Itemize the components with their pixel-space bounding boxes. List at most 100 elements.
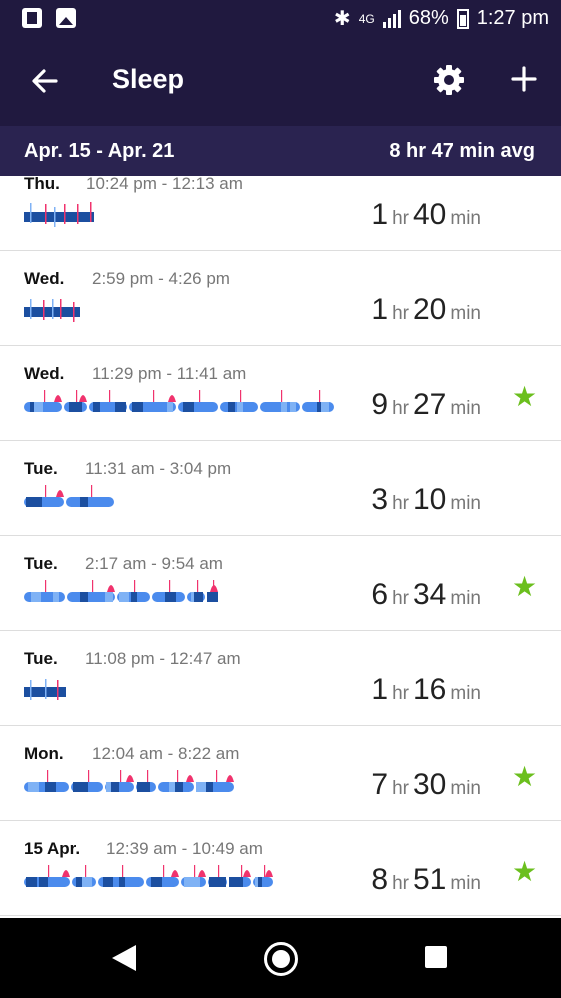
minutes-unit: min [450,778,481,799]
minutes-unit: min [450,493,481,514]
entry-duration: 8 hr 51 min [371,863,485,897]
goal-met-star-icon: ★ [512,761,538,792]
minutes-unit: min [450,588,481,609]
sleep-log-list: Thu. 10:24 pm - 12:13 am 1 hr 40 min Wed. 2:59 … [0,176,561,918]
image-notification-icon [56,8,76,28]
minutes-unit: min [450,683,481,704]
duration-hours: 1 [371,673,389,706]
android-nav-bar [0,918,561,998]
hours-unit: hr [392,303,409,324]
duration-hours: 3 [371,483,389,516]
entry-time-range: 10:24 pm - 12:13 am [86,176,243,193]
sleep-entry-row[interactable]: Wed. 11:29 pm - 11:41 am 9 hr 27 min ★ [0,346,561,441]
entry-day: Thu. [24,176,60,193]
hours-unit: hr [392,208,409,229]
entry-duration: 7 hr 30 min [371,768,485,802]
duration-minutes: 30 [413,768,447,801]
entry-time-range: 11:31 am - 3:04 pm [85,459,232,478]
date-range-bar: Apr. 15 - Apr. 21 8 hr 47 min avg [0,126,561,176]
back-arrow-icon[interactable] [30,66,60,96]
entry-day: Wed. [24,364,65,383]
entry-duration: 9 hr 27 min [371,388,485,422]
entry-time-range: 12:04 am - 8:22 am [92,744,240,763]
hours-unit: hr [392,778,409,799]
hours-unit: hr [392,588,409,609]
duration-minutes: 16 [413,673,447,706]
goal-met-star-icon: ★ [512,381,538,412]
average-duration: 8 hr 47 min avg [389,140,535,162]
minutes-unit: min [450,873,481,894]
entry-duration: 3 hr 10 min [371,483,485,517]
goal-met-star-icon: ★ [512,856,538,887]
entry-day: 15 Apr. [24,839,81,858]
duration-hours: 1 [371,198,389,231]
entry-time-range: 11:29 pm - 11:41 am [92,364,247,383]
duration-minutes: 20 [413,293,447,326]
duration-hours: 9 [371,388,389,421]
duration-hours: 8 [371,863,389,896]
status-bar: ✱ 4G 68% 1:27 pm [0,0,561,38]
minutes-unit: min [450,303,481,324]
notification-icons [22,8,76,28]
hours-unit: hr [392,493,409,514]
entry-day: Mon. [24,744,64,763]
sleep-entry-row[interactable]: Mon. 12:04 am - 8:22 am 7 hr 30 min ★ [0,726,561,821]
duration-minutes: 40 [413,198,447,231]
duration-hours: 6 [371,578,389,611]
bluetooth-icon: ✱ [333,8,351,30]
status-indicators: ✱ 4G 68% 1:27 pm [334,6,549,31]
page-title: Sleep [112,64,185,94]
entry-time-range: 2:59 pm - 4:26 pm [92,269,230,288]
entry-day: Wed. [24,269,65,288]
entry-time-range: 2:17 am - 9:54 am [85,554,223,573]
add-plus-icon[interactable] [509,64,539,94]
entry-day: Tue. [24,554,58,573]
signal-icon [382,9,401,28]
hours-unit: hr [392,873,409,894]
sleep-entry-row[interactable]: Wed. 2:59 pm - 4:26 pm 1 hr 20 min [0,251,561,346]
duration-minutes: 10 [413,483,447,516]
hours-unit: hr [392,683,409,704]
date-range: Apr. 15 - Apr. 21 [24,140,175,162]
nav-home-icon[interactable] [264,942,298,976]
entry-duration: 1 hr 40 min [371,198,485,232]
minutes-unit: min [450,398,481,419]
sleep-pattern-graph [24,580,218,602]
sleep-entry-row[interactable]: Thu. 10:24 pm - 12:13 am 1 hr 40 min [0,176,561,251]
sleep-pattern-graph [24,865,273,887]
sleep-pattern-graph [24,485,114,507]
entry-duration: 1 hr 20 min [371,293,485,327]
settings-gear-icon[interactable] [433,64,465,96]
entry-day: Tue. [24,459,58,478]
sleep-pattern-graph [24,390,334,412]
sleep-entry-row[interactable]: Tue. 11:31 am - 3:04 pm 3 hr 10 min [0,441,561,536]
entry-time-range: 12:39 am - 10:49 am [106,839,263,858]
sleep-pattern-graph [24,770,234,792]
entry-time-range: 11:08 pm - 12:47 am [85,649,241,668]
sleep-pattern-graph [24,202,94,227]
duration-minutes: 51 [413,863,447,896]
duration-minutes: 27 [413,388,447,421]
duration-hours: 1 [371,293,389,326]
sleep-pattern-graph [24,679,66,700]
entry-duration: 1 hr 16 min [371,673,485,707]
duration-minutes: 34 [413,578,447,611]
goal-met-star-icon: ★ [512,571,538,602]
book-notification-icon [22,8,42,28]
entry-duration: 6 hr 34 min [371,578,485,612]
battery-icon [456,8,469,29]
sleep-entry-row[interactable]: 15 Apr. 12:39 am - 10:49 am 8 hr 51 min ★ [0,821,561,916]
nav-back-icon[interactable] [112,945,136,971]
app-bar: Sleep [0,38,561,126]
sleep-entry-row[interactable]: Tue. 11:08 pm - 12:47 am 1 hr 16 min [0,631,561,726]
duration-hours: 7 [371,768,389,801]
sleep-entry-row[interactable]: Tue. 2:17 am - 9:54 am 6 hr 34 min ★ [0,536,561,631]
clock: 1:27 pm [476,7,549,29]
sleep-pattern-graph [24,299,80,322]
nav-recents-icon[interactable] [425,946,447,968]
network-type: 4G [358,11,375,26]
minutes-unit: min [450,208,481,229]
entry-day: Tue. [24,649,58,668]
battery-percent: 68% [408,7,449,29]
hours-unit: hr [392,398,409,419]
